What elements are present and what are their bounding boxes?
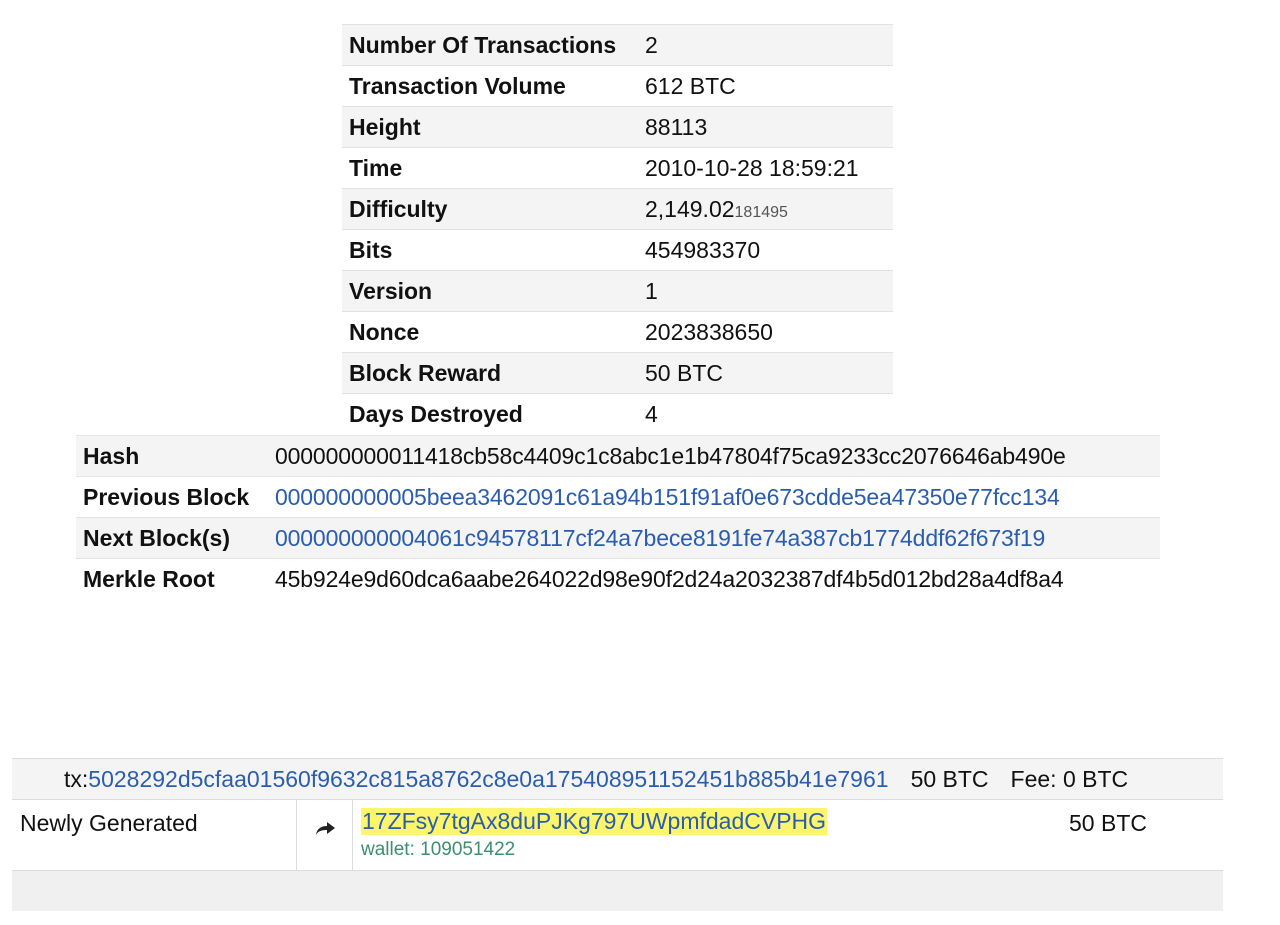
transaction-block: tx:5028292d5cfaa01560f9632c815a8762c8e0a… [12,758,1223,911]
transaction-input: Newly Generated [12,800,297,870]
summary-label: Days Destroyed [349,400,523,427]
transaction-footer [12,870,1223,911]
summary-label: Nonce [349,318,420,345]
summary-row-days-destroyed: Days Destroyed 4 [342,393,893,434]
summary-label: Height [349,113,421,140]
previous-block-label: Previous Block [83,483,250,510]
summary-value: 4 [645,400,658,427]
hash-label: Hash [83,442,140,469]
transaction-fee: Fee: 0 BTC [1010,765,1129,792]
summary-value: 2010-10-28 18:59:21 [645,154,859,181]
transaction-body: Newly Generated 17ZFsy7tgAx8duPJKg797UWp… [12,800,1223,870]
next-blocks-label: Next Block(s) [83,524,230,551]
summary-row-height: Height 88113 [342,106,893,147]
summary-value: 2,149.02181495 [645,196,893,223]
hash-row: Hash 000000000011418cb58c4409c1c8abc1e1b… [76,435,1160,476]
block-detail-page: Number Of Transactions 2 Transaction Vol… [0,0,1280,925]
summary-value: 1 [645,277,658,304]
previous-block-row: Previous Block 000000000005beea3462091c6… [76,476,1160,517]
difficulty-main: 2,149.02 [645,195,735,222]
transaction-id: tx:5028292d5cfaa01560f9632c815a8762c8e0a… [64,766,889,793]
summary-value: 612 BTC [645,72,736,99]
output-address-link[interactable]: 17ZFsy7tgAx8duPJKg797UWpmfdadCVPHG [361,808,828,835]
transaction-hash-link[interactable]: 5028292d5cfaa01560f9632c815a8762c8e0a175… [88,766,888,792]
block-hashes-table: Hash 000000000011418cb58c4409c1c8abc1e1b… [76,435,1160,599]
summary-row-difficulty: Difficulty 2,149.02181495 [342,188,893,229]
merkle-root-label: Merkle Root [83,565,215,592]
summary-row-transaction-volume: Transaction Volume 612 BTC [342,65,893,106]
summary-label: Transaction Volume [349,72,566,99]
next-block-link[interactable]: 000000000004061c94578117cf24a7bece8191fe… [275,525,1045,551]
summary-row-number-of-transactions: Number Of Transactions 2 [342,24,893,65]
summary-row-bits: Bits 454983370 [342,229,893,270]
summary-value: 2023838650 [645,318,773,345]
transaction-header: tx:5028292d5cfaa01560f9632c815a8762c8e0a… [12,758,1223,800]
summary-row-version: Version 1 [342,270,893,311]
merkle-root-value: 45b924e9d60dca6aabe264022d98e90f2d24a203… [275,565,1064,592]
next-blocks-row: Next Block(s) 000000000004061c94578117cf… [76,517,1160,558]
arrow-right-icon [314,820,336,841]
tx-prefix: tx: [64,765,89,792]
summary-label: Version [349,277,433,304]
next-blocks-cell: 000000000004061c94578117cf24a7bece8191fe… [275,525,1160,552]
hash-value: 000000000011418cb58c4409c1c8abc1e1b47804… [275,442,1066,469]
summary-value: 50 BTC [645,359,723,386]
summary-row-time: Time 2010-10-28 18:59:21 [342,147,893,188]
summary-label: Block Reward [349,359,502,386]
difficulty-precision: 181495 [734,203,788,221]
summary-label: Number Of Transactions [349,31,617,58]
transaction-amount: 50 BTC [910,765,989,792]
summary-value: 2 [645,31,658,58]
wallet-id: wallet: 109051422 [361,839,516,860]
merkle-root-row: Merkle Root 45b924e9d60dca6aabe264022d98… [76,558,1160,599]
previous-block-link[interactable]: 000000000005beea3462091c61a94b151f91af0e… [275,484,1060,510]
previous-block-cell: 000000000005beea3462091c61a94b151f91af0e… [275,484,1160,511]
transaction-arrow-cell [297,800,353,870]
summary-row-block-reward: Block Reward 50 BTC [342,352,893,393]
summary-label: Bits [349,236,393,263]
summary-label: Difficulty [349,195,448,222]
summary-value: 88113 [645,113,708,140]
summary-row-nonce: Nonce 2023838650 [342,311,893,352]
summary-value: 454983370 [645,236,761,263]
output-amount: 50 BTC [1069,810,1147,836]
summary-label: Time [349,154,403,181]
block-summary-table: Number Of Transactions 2 Transaction Vol… [342,24,893,434]
transaction-output: 17ZFsy7tgAx8duPJKg797UWpmfdadCVPHG walle… [353,800,1069,870]
